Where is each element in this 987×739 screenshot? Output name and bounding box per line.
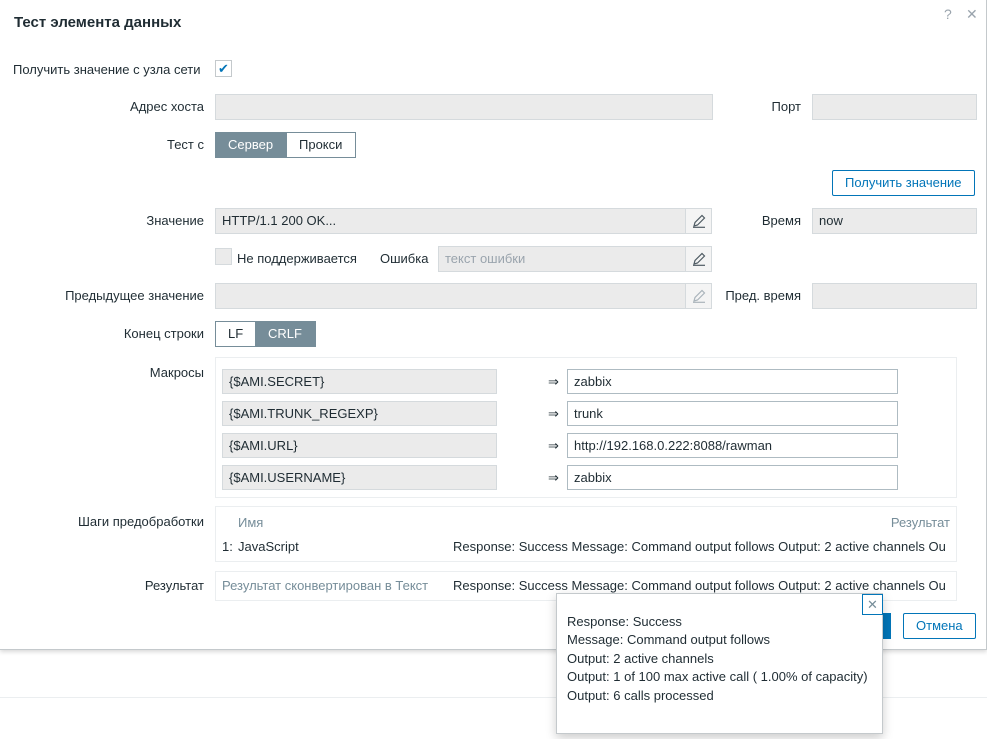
value-label: Значение — [146, 213, 204, 228]
popup-line: Output: 2 active channels — [567, 651, 714, 666]
prev-value-label: Предыдущее значение — [65, 288, 204, 303]
error-input[interactable]: текст ошибки — [438, 246, 686, 272]
time-input[interactable]: now — [812, 208, 977, 234]
macro-value-input[interactable]: http://192.168.0.222:8088/rawman — [567, 433, 898, 458]
prev-time-label: Пред. время — [725, 288, 801, 303]
step-name: JavaScript — [238, 539, 299, 554]
not-supported-label: Не поддерживается — [237, 251, 357, 266]
pencil-icon — [692, 252, 705, 266]
pencil-icon — [692, 214, 705, 228]
popup-line: Message: Command output follows — [567, 632, 771, 647]
macro-value-input[interactable]: zabbix — [567, 369, 898, 394]
result-value[interactable]: Response: Success Message: Command outpu… — [453, 578, 946, 593]
checkmark-icon: ✔ — [218, 60, 229, 76]
macro-name: {$AMI.SECRET} — [222, 369, 497, 394]
macro-arrow: ⇒ — [548, 470, 559, 485]
error-label: Ошибка — [380, 251, 429, 266]
get-from-host-checkbox[interactable]: ✔ — [215, 60, 232, 77]
time-label: Время — [761, 213, 801, 228]
host-address-label: Адрес хоста — [130, 99, 204, 114]
value-input[interactable]: HTTP/1.1 200 OK... — [215, 208, 686, 234]
proxy-option[interactable]: Прокси — [287, 132, 356, 158]
test-with-toggle: Сервер Прокси — [215, 132, 356, 158]
edit-error-button[interactable] — [685, 246, 712, 272]
eol-label: Конец строки — [123, 326, 204, 341]
macros-label: Макросы — [149, 365, 204, 380]
help-icon[interactable]: ? — [944, 6, 952, 22]
popup-line: Output: 6 calls processed — [567, 688, 714, 703]
get-value-button[interactable]: Получить значение — [832, 170, 975, 196]
crlf-option[interactable]: CRLF — [256, 321, 316, 347]
get-from-host-label: Получить значение с узла сети — [13, 62, 201, 77]
dialog-title: Тест элемента данных — [14, 14, 182, 31]
lf-option[interactable]: LF — [215, 321, 256, 347]
popup-line: Output: 1 of 100 max active call ( 1.00%… — [567, 669, 868, 684]
close-icon[interactable]: ✕ — [966, 6, 978, 23]
port-input[interactable] — [812, 94, 977, 120]
port-label: Порт — [771, 99, 801, 114]
macro-name: {$AMI.URL} — [222, 433, 497, 458]
host-address-input[interactable] — [215, 94, 713, 120]
result-converted-note: Результат сконвертирован в Текст — [222, 578, 429, 593]
close-icon[interactable]: ✕ — [862, 594, 883, 615]
column-header-name: Имя — [238, 515, 264, 530]
macro-arrow: ⇒ — [548, 374, 559, 389]
prev-time-input[interactable] — [812, 283, 977, 309]
prev-value-input[interactable] — [215, 283, 686, 309]
edit-value-button[interactable] — [685, 208, 712, 234]
macro-value-input[interactable]: zabbix — [567, 465, 898, 490]
column-header-result: Результат — [890, 515, 950, 530]
server-option[interactable]: Сервер — [215, 132, 287, 158]
item-test-dialog: Тест элемента данных ? ✕ Получить значен… — [0, 0, 987, 650]
step-result[interactable]: Response: Success Message: Command outpu… — [453, 539, 946, 554]
popup-line: Response: Success — [567, 614, 682, 629]
macro-name: {$AMI.USERNAME} — [222, 465, 497, 490]
test-with-label: Тест с — [166, 137, 204, 152]
result-label: Результат — [144, 578, 204, 593]
macro-value-input[interactable]: trunk — [567, 401, 898, 426]
cancel-button[interactable]: Отмена — [903, 613, 976, 639]
not-supported-checkbox[interactable] — [215, 248, 232, 265]
result-hint-popup: ✕ Response: Success Message: Command out… — [556, 593, 883, 734]
eol-toggle: LF CRLF — [215, 321, 316, 347]
step-number: 1: — [222, 539, 233, 554]
preprocessing-label: Шаги предобработки — [78, 514, 204, 529]
preprocessing-table: Имя Результат 1: JavaScript Response: Su… — [215, 506, 957, 562]
macros-table: {$AMI.SECRET} ⇒ zabbix {$AMI.TRUNK_REGEX… — [215, 357, 957, 498]
macro-arrow: ⇒ — [548, 438, 559, 453]
macro-arrow: ⇒ — [548, 406, 559, 421]
macro-name: {$AMI.TRUNK_REGEXP} — [222, 401, 497, 426]
